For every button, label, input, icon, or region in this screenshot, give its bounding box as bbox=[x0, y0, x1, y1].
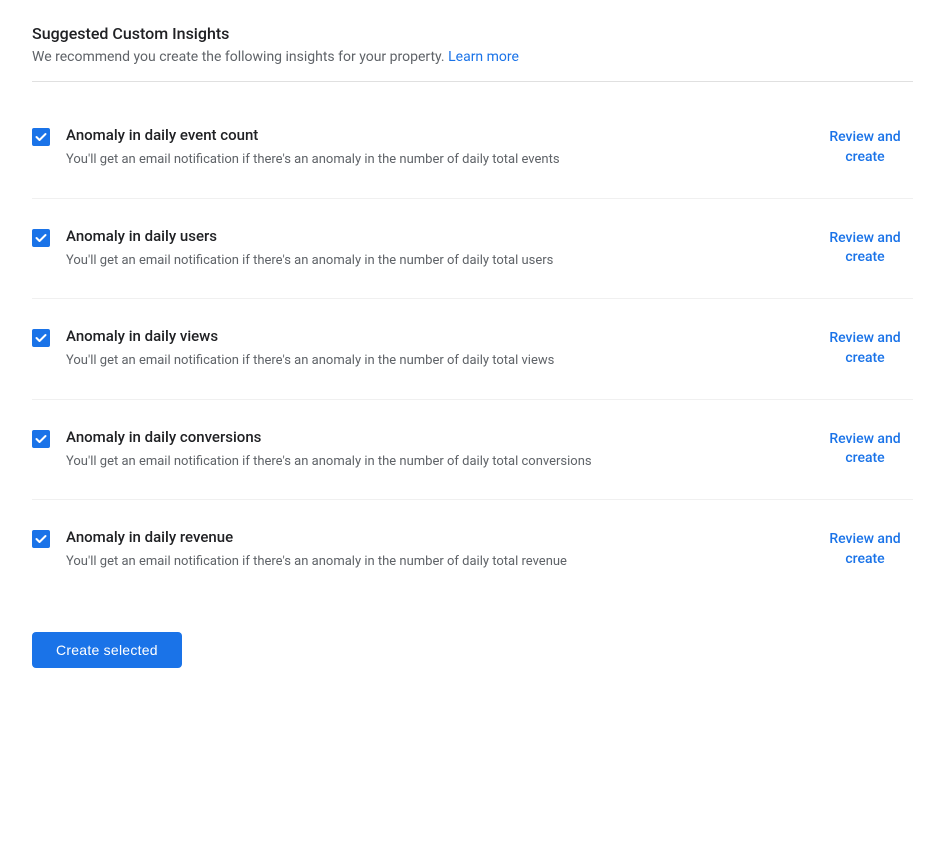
insight-title-daily-event-count: Anomaly in daily event count bbox=[66, 126, 793, 144]
checkbox-wrapper-daily-event-count bbox=[32, 128, 50, 146]
insight-item-daily-views: Anomaly in daily views You'll get an ema… bbox=[32, 299, 913, 400]
insight-left-daily-users: Anomaly in daily users You'll get an ema… bbox=[32, 227, 793, 271]
page-container: Suggested Custom Insights We recommend y… bbox=[32, 24, 913, 668]
insight-description-daily-conversions: You'll get an email notification if ther… bbox=[66, 452, 746, 472]
checkbox-daily-event-count[interactable] bbox=[32, 128, 50, 146]
subtitle-text: We recommend you create the following in… bbox=[32, 49, 448, 65]
header-divider bbox=[32, 81, 913, 82]
checkbox-daily-conversions[interactable] bbox=[32, 430, 50, 448]
insight-left-daily-conversions: Anomaly in daily conversions You'll get … bbox=[32, 428, 793, 472]
insight-left-daily-revenue: Anomaly in daily revenue You'll get an e… bbox=[32, 528, 793, 572]
learn-more-link[interactable]: Learn more bbox=[448, 49, 519, 65]
insight-item-daily-users: Anomaly in daily users You'll get an ema… bbox=[32, 199, 913, 300]
insight-content-daily-conversions: Anomaly in daily conversions You'll get … bbox=[66, 428, 793, 472]
checkbox-wrapper-daily-views bbox=[32, 329, 50, 347]
insight-description-daily-revenue: You'll get an email notification if ther… bbox=[66, 552, 746, 572]
insight-description-daily-users: You'll get an email notification if ther… bbox=[66, 251, 746, 271]
insight-left-daily-event-count: Anomaly in daily event count You'll get … bbox=[32, 126, 793, 170]
checkbox-wrapper-daily-users bbox=[32, 229, 50, 247]
checkbox-wrapper-daily-revenue bbox=[32, 530, 50, 548]
insight-title-daily-views: Anomaly in daily views bbox=[66, 327, 793, 345]
insight-left-daily-views: Anomaly in daily views You'll get an ema… bbox=[32, 327, 793, 371]
insight-content-daily-event-count: Anomaly in daily event count You'll get … bbox=[66, 126, 793, 170]
checkbox-daily-revenue[interactable] bbox=[32, 530, 50, 548]
page-header: Suggested Custom Insights We recommend y… bbox=[32, 24, 913, 65]
review-link-daily-users[interactable]: Review andcreate bbox=[793, 229, 913, 268]
checkbox-wrapper-daily-conversions bbox=[32, 430, 50, 448]
page-title: Suggested Custom Insights bbox=[32, 24, 913, 43]
insight-description-daily-views: You'll get an email notification if ther… bbox=[66, 351, 746, 371]
insight-content-daily-users: Anomaly in daily users You'll get an ema… bbox=[66, 227, 793, 271]
insight-content-daily-views: Anomaly in daily views You'll get an ema… bbox=[66, 327, 793, 371]
review-link-daily-conversions[interactable]: Review andcreate bbox=[793, 430, 913, 469]
checkbox-daily-views[interactable] bbox=[32, 329, 50, 347]
insight-item-daily-conversions: Anomaly in daily conversions You'll get … bbox=[32, 400, 913, 501]
insight-item-daily-event-count: Anomaly in daily event count You'll get … bbox=[32, 98, 913, 199]
page-subtitle: We recommend you create the following in… bbox=[32, 49, 913, 65]
checkbox-daily-users[interactable] bbox=[32, 229, 50, 247]
insight-title-daily-revenue: Anomaly in daily revenue bbox=[66, 528, 793, 546]
insight-title-daily-users: Anomaly in daily users bbox=[66, 227, 793, 245]
insight-description-daily-event-count: You'll get an email notification if ther… bbox=[66, 150, 746, 170]
review-link-daily-event-count[interactable]: Review andcreate bbox=[793, 128, 913, 167]
review-link-daily-views[interactable]: Review andcreate bbox=[793, 329, 913, 368]
footer: Create selected bbox=[32, 632, 913, 668]
create-selected-button[interactable]: Create selected bbox=[32, 632, 182, 668]
insights-list: Anomaly in daily event count You'll get … bbox=[32, 98, 913, 600]
insight-title-daily-conversions: Anomaly in daily conversions bbox=[66, 428, 793, 446]
insight-content-daily-revenue: Anomaly in daily revenue You'll get an e… bbox=[66, 528, 793, 572]
insight-item-daily-revenue: Anomaly in daily revenue You'll get an e… bbox=[32, 500, 913, 600]
review-link-daily-revenue[interactable]: Review andcreate bbox=[793, 530, 913, 569]
